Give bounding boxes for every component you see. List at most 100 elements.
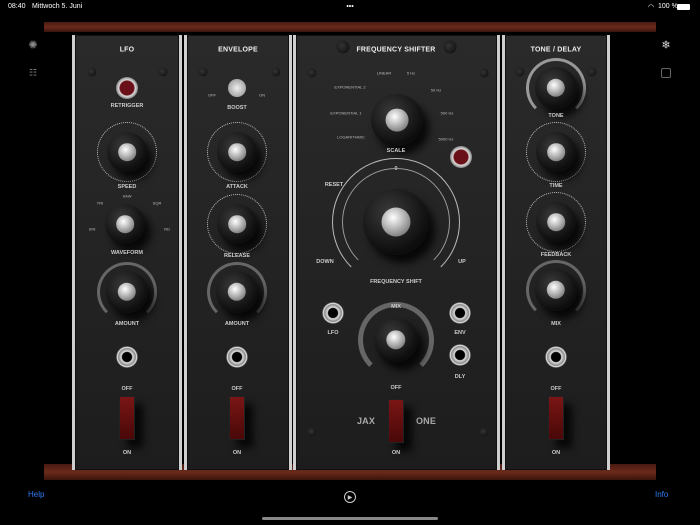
time-knob[interactable] [536, 132, 576, 172]
wave-sqr: SQR [152, 200, 162, 206]
screw [307, 427, 317, 437]
boost-on-label: ON [259, 92, 265, 98]
brand-jax: JAX [356, 416, 376, 426]
scale-exp2: EXPONENTIAL 2 [334, 84, 366, 90]
scale-50hz: 50 Hz [430, 87, 442, 93]
status-date: Mittwoch 5. Juni [32, 3, 83, 10]
sliders-icon[interactable]: ☷ [29, 68, 37, 79]
sun-icon[interactable]: ✺ [28, 39, 37, 52]
screw [479, 68, 489, 78]
release-label: RELEASE [224, 253, 250, 259]
scale-log: LOGARITHMIC [337, 134, 365, 140]
reset-button[interactable] [450, 146, 472, 168]
attack-knob[interactable] [217, 132, 257, 172]
scale-500hz: 500 Hz [440, 110, 454, 116]
boost-toggle[interactable] [228, 79, 246, 97]
dly-jack[interactable] [449, 344, 471, 366]
lfo-title: LFO [119, 46, 135, 54]
env-amount-label: AMOUNT [224, 321, 250, 327]
help-link[interactable]: Help [28, 490, 44, 499]
env-on-label: ON [232, 450, 242, 456]
scale-5000hz: 5000 Hz [438, 136, 454, 142]
screw [158, 67, 168, 77]
battery-icon [677, 4, 690, 10]
play-button[interactable]: ▶ [344, 491, 356, 503]
retrigger-label: RETRIGGER [110, 103, 144, 109]
keyboard-icon[interactable] [661, 68, 671, 78]
status-time: 08:40 [8, 3, 26, 10]
lfo-on-label: ON [122, 450, 132, 456]
reset-label: RESET [324, 182, 344, 188]
wood-top [44, 22, 656, 32]
td-jack[interactable] [545, 346, 567, 368]
env-amount-knob[interactable] [216, 271, 258, 313]
lfo-amount-knob[interactable] [106, 271, 148, 313]
attack-label: ATTACK [226, 184, 248, 190]
screw [479, 427, 489, 437]
lfo-bypass-switch[interactable] [119, 396, 135, 440]
env-jack[interactable] [226, 346, 248, 368]
shifter-mix-label: MIX [391, 304, 401, 310]
lfo-jack[interactable] [116, 346, 138, 368]
scale-exp1: EXPONENTIAL 1 [330, 110, 362, 116]
td-off-label: OFF [550, 386, 562, 392]
env-off-label: OFF [231, 386, 243, 392]
lfo-mod-label: LFO [327, 330, 339, 336]
speed-knob[interactable] [107, 132, 147, 172]
screw [587, 67, 597, 77]
env-mod-label: ENV [454, 330, 466, 336]
shifter-bypass-switch[interactable] [388, 399, 404, 443]
scale-linear: LINEAR [376, 70, 392, 76]
home-indicator[interactable] [262, 517, 438, 520]
scale-5hz: 5 Hz [406, 70, 416, 76]
brand-one: ONE [415, 416, 437, 426]
screw [198, 67, 208, 77]
td-mix-label: MIX [551, 321, 561, 327]
battery-percent: 100 % [658, 3, 678, 10]
feedback-label: FEEDBACK [540, 252, 572, 258]
wave-tri: TRI [96, 200, 104, 206]
freq-shift-knob[interactable] [363, 189, 429, 255]
wifi-icon: ◠ [648, 4, 655, 11]
td-on-label: ON [551, 450, 561, 456]
down-label: DOWN [316, 259, 334, 265]
screw [307, 68, 317, 78]
info-link[interactable]: Info [655, 490, 668, 499]
td-bypass-switch[interactable] [548, 396, 564, 440]
feedback-knob[interactable] [536, 202, 576, 242]
waveform-label: WAVEFORM [111, 250, 143, 256]
tone-delay-title: TONE / DELAY [530, 46, 582, 54]
release-knob[interactable] [217, 204, 257, 244]
env-mod-jack[interactable] [449, 302, 471, 324]
env-bypass-switch[interactable] [229, 396, 245, 440]
screw [336, 40, 350, 54]
tone-knob[interactable] [535, 67, 577, 109]
snowflake-icon[interactable]: ❄ [661, 39, 670, 52]
scale-knob[interactable] [371, 94, 423, 146]
shifter-mix-knob[interactable] [374, 318, 418, 362]
lfo-mod-jack[interactable] [322, 302, 344, 324]
tone-label: TONE [548, 113, 564, 119]
multitask-dots[interactable]: ••• [346, 4, 353, 11]
boost-label: BOOST [227, 105, 247, 111]
waveform-knob[interactable] [105, 204, 145, 244]
td-mix-knob[interactable] [535, 269, 577, 311]
play-icon: ▶ [347, 494, 353, 501]
time-label: TIME [549, 183, 563, 189]
lfo-amount-label: AMOUNT [114, 321, 140, 327]
lfo-off-label: OFF [121, 386, 133, 392]
speed-label: SPEED [117, 184, 137, 190]
up-label: UP [458, 259, 466, 265]
envelope-title: ENVELOPE [218, 46, 258, 54]
boost-off-label: OFF [208, 92, 216, 98]
retrigger-button[interactable] [116, 77, 138, 99]
scale-label: SCALE [386, 148, 406, 154]
screw [271, 67, 281, 77]
screw [443, 40, 457, 54]
freq-shift-label: FREQUENCY SHIFT [370, 279, 422, 285]
wave-saw: SAW [122, 193, 132, 199]
shifter-on-label: ON [391, 450, 401, 456]
screw [87, 67, 97, 77]
screw [515, 67, 525, 77]
dly-label: DLY [454, 374, 466, 380]
